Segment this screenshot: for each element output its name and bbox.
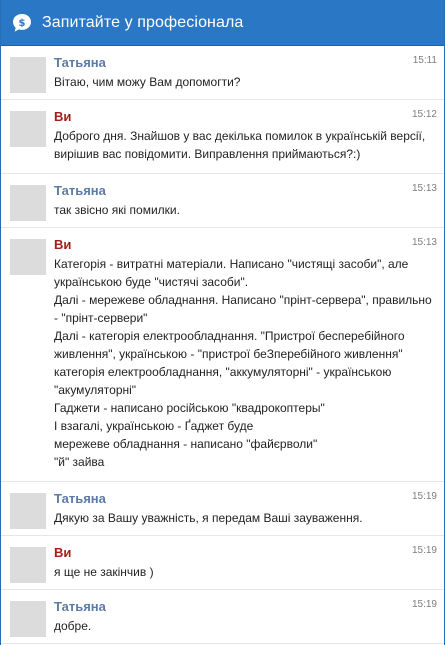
message-line: українською буде "чистячі засоби". [54,275,249,289]
message-line: добре. [54,619,92,633]
chat-message: Татьяна 15:11 Вітаю, чим можу Вам допомогт… [1,46,444,100]
message-time: 15:11 [412,55,437,66]
message-line: Далі - категорія електрообладнання. "При… [54,329,405,343]
message-time: 15:13 [411,183,437,194]
message-text: Вітаю, чим можу Вам допомогти? [54,73,436,91]
message-text: я ще не закінчив ) [54,563,436,581]
message-line: мережеве обладнання - написано "файєрвол… [54,437,318,451]
avatar [10,185,46,221]
avatar [10,601,46,637]
avatar [10,111,46,147]
message-line: Далі - мережеве обладнання. Написано "пр… [54,293,432,307]
message-author: Татьяна [54,599,106,614]
avatar [10,57,46,93]
message-line: категорія електрообладнання, "аккумулято… [54,365,392,379]
message-author: Ви [54,109,72,124]
message-time: 15:19 [411,599,437,610]
message-line: Гаджети - написано російською "квадрокоп… [54,401,325,415]
message-time: 15:13 [411,237,437,248]
message-line: так звісно які помилки. [54,203,180,217]
chat-message: Ви 15:12 Доброго дня. Знайшов у вас декіль… [1,100,444,174]
message-author: Ви [54,237,72,252]
message-line: Дякую за Вашу уважність, я передам Ваші … [54,511,363,525]
avatar [10,239,46,275]
svg-text:$: $ [19,17,26,28]
message-line: Доброго дня. Знайшов у вас декілька поми… [54,129,426,143]
message-author: Татьяна [54,183,106,198]
message-line: "й" зайва [54,455,105,469]
message-author: Татьяна [54,491,106,506]
message-time: 15:19 [411,491,437,502]
avatar [10,493,46,529]
chat-header: $ Запитайте у професіонала [1,0,444,46]
message-text: Категорія - витратні матеріали. Написано… [54,255,436,471]
message-line: живлення", українською - "пристрої беЗпе… [54,347,403,361]
chat-message: Татьяна 15:19 Дякую за Вашу уважність, я п… [1,482,444,536]
message-line: Вітаю, чим можу Вам допомогти? [54,75,241,89]
message-author: Татьяна [54,55,106,70]
chat-bubble-icon: $ [11,12,33,34]
message-line: Категорія - витратні матеріали. Написано… [54,257,409,271]
message-line: "акумуляторні" [54,383,137,397]
message-text: так звісно які помилки. [54,201,436,219]
message-line: я ще не закінчив ) [54,565,154,579]
chat-title: Запитайте у професіонала [42,13,244,31]
message-text: Дякую за Вашу уважність, я передам Ваші … [54,509,436,527]
message-line: - "прінт-сервери" [54,311,148,325]
chat-message: Ви 15:13 Категорія - витратні матеріали. Н… [1,228,444,482]
message-author: Ви [54,545,72,560]
chat-message: Татьяна 15:19 добре. [1,590,444,644]
chat-window: $ Запитайте у професіонала Татьяна 15:11 В… [0,0,445,645]
chat-message: Ви 15:19 я ще не закінчив ) [1,536,444,590]
message-text: добре. [54,617,436,635]
chat-message: Татьяна 15:13 так звісно які помилки. [1,174,444,228]
message-time: 15:19 [411,545,437,556]
avatar [10,547,46,583]
message-line: І взагалі, українською - Ґаджет буде [54,419,254,433]
message-text: Доброго дня. Знайшов у вас декілька поми… [54,127,436,163]
message-time: 15:12 [411,109,437,120]
message-line: вирішив вас повідомити. Виправлення прий… [54,147,361,161]
